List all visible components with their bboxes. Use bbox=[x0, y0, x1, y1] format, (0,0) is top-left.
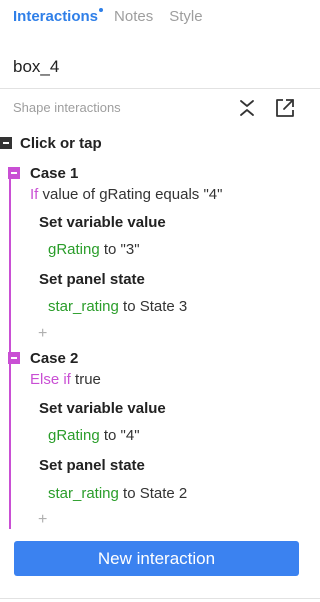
case-2-tree-line bbox=[9, 357, 11, 529]
case-2-condition[interactable]: Else if true bbox=[30, 371, 101, 388]
popout-icon[interactable] bbox=[274, 97, 296, 119]
header-divider bbox=[0, 88, 320, 89]
case-1-action-1-title[interactable]: Set variable value bbox=[39, 214, 166, 231]
case-2-row[interactable]: Case 2 bbox=[8, 349, 78, 367]
section-header: Shape interactions bbox=[13, 100, 121, 115]
tab-notes-label: Notes bbox=[114, 8, 154, 25]
event-label: Click or tap bbox=[20, 134, 102, 152]
shape-name-field[interactable]: box_4 bbox=[13, 57, 59, 77]
case-2-action-2-title[interactable]: Set panel state bbox=[39, 457, 145, 474]
case-2-action-1-target: gRating bbox=[48, 427, 100, 444]
case-1-row[interactable]: Case 1 bbox=[8, 164, 78, 182]
case-2-action-1-title[interactable]: Set variable value bbox=[39, 400, 166, 417]
case-1-action-2-value: to State 3 bbox=[123, 298, 188, 315]
tab-interactions[interactable]: Interactions bbox=[13, 8, 104, 28]
case-1-add-action-button[interactable]: + bbox=[38, 326, 47, 342]
event-row[interactable]: Click or tap bbox=[0, 133, 102, 153]
case-2-label: Case 2 bbox=[30, 349, 79, 367]
footer-divider bbox=[0, 598, 320, 599]
case-2-add-action-button[interactable]: + bbox=[38, 512, 47, 528]
case-1-action-1-value: to "3" bbox=[103, 241, 140, 258]
case-2-condition-keyword: Else if bbox=[30, 371, 71, 388]
collapse-case-2-icon[interactable] bbox=[8, 352, 20, 364]
tab-interactions-label: Interactions bbox=[13, 8, 99, 25]
case-2-action-2-target: star_rating bbox=[48, 485, 119, 502]
case-1-tree-line bbox=[9, 171, 11, 355]
collapse-all-icon[interactable] bbox=[236, 97, 258, 119]
new-interaction-button[interactable]: New interaction bbox=[14, 541, 299, 576]
case-2-action-1-detail[interactable]: gRating to "4" bbox=[48, 427, 140, 444]
case-1-condition[interactable]: If value of gRating equals "4" bbox=[30, 186, 222, 203]
case-2-action-2-value: to State 2 bbox=[123, 485, 188, 502]
case-1-action-1-detail[interactable]: gRating to "3" bbox=[48, 241, 140, 258]
notification-dot-icon bbox=[99, 8, 104, 12]
case-1-action-2-detail[interactable]: star_rating to State 3 bbox=[48, 298, 187, 315]
collapse-case-1-icon[interactable] bbox=[8, 167, 20, 179]
collapse-event-icon[interactable] bbox=[0, 137, 12, 149]
case-1-condition-keyword: If bbox=[30, 186, 39, 203]
tab-notes[interactable]: Notes bbox=[114, 8, 153, 28]
case-1-action-1-target: gRating bbox=[48, 241, 100, 258]
case-1-action-2-target: star_rating bbox=[48, 298, 119, 315]
tab-style-label: Style bbox=[169, 8, 203, 25]
case-1-label: Case 1 bbox=[30, 164, 79, 182]
case-1-condition-text: value of gRating equals "4" bbox=[42, 186, 223, 203]
case-2-action-1-value: to "4" bbox=[103, 427, 140, 444]
panel-tabs: Interactions Notes Style bbox=[13, 8, 203, 28]
case-1-action-2-title[interactable]: Set panel state bbox=[39, 271, 145, 288]
case-2-condition-text: true bbox=[75, 371, 101, 388]
tab-style[interactable]: Style bbox=[169, 8, 202, 28]
case-2-action-2-detail[interactable]: star_rating to State 2 bbox=[48, 485, 187, 502]
